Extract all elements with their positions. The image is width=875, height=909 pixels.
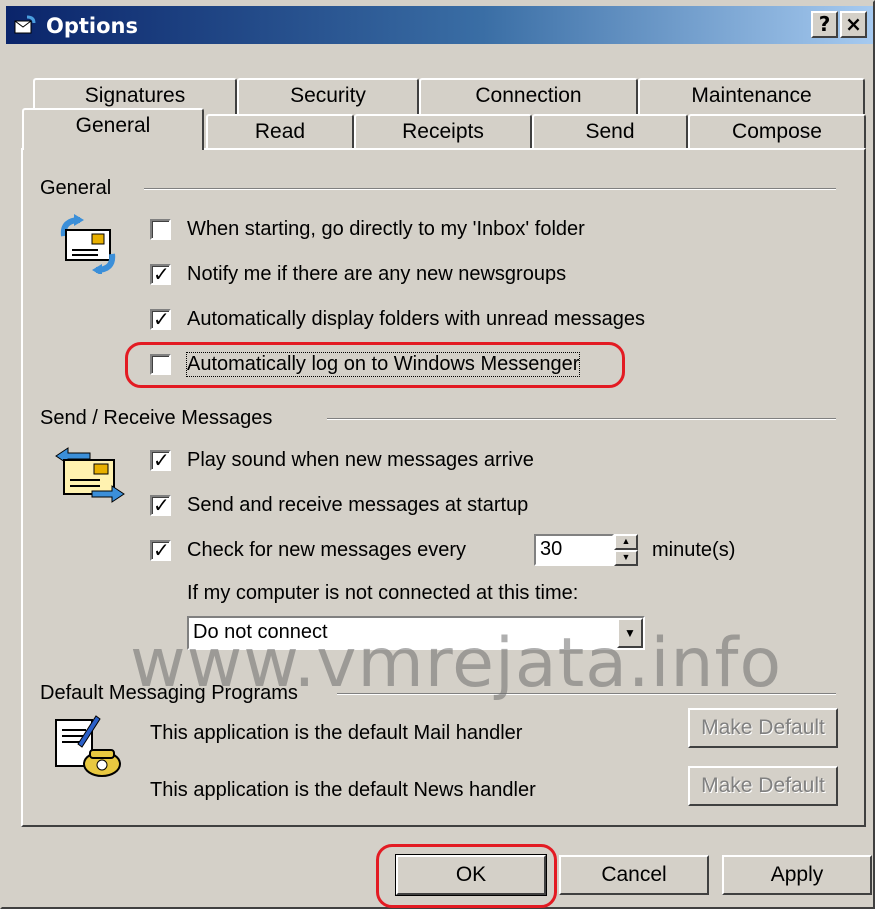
default-programs-icon: [55, 715, 121, 777]
display-unread-folders-checkbox[interactable]: ✓: [150, 307, 171, 331]
check-every-checkbox[interactable]: ✓: [150, 538, 171, 562]
checkmark-icon: ✓: [153, 448, 170, 472]
tab-receipts[interactable]: Receipts: [354, 114, 532, 150]
options-dialog: Options ? × Signatures Security Connecti…: [0, 0, 875, 909]
tab-send[interactable]: Send: [532, 114, 688, 150]
notify-newsgroups-checkbox[interactable]: ✓: [150, 262, 171, 286]
window-title: Options: [46, 14, 138, 38]
apply-button[interactable]: Apply: [722, 855, 872, 895]
highlight-annotation-messenger: [125, 342, 625, 388]
make-default-news-button[interactable]: Make Default: [688, 766, 838, 806]
checkmark-icon: ✓: [153, 493, 170, 517]
highlight-annotation-ok: [376, 844, 557, 908]
mail-handler-text: This application is the default Mail han…: [150, 722, 523, 744]
close-button[interactable]: ×: [840, 11, 867, 38]
checkmark-icon: ✓: [153, 538, 170, 562]
default-programs-separator: [337, 693, 836, 695]
general-group-title: General: [40, 177, 120, 200]
interval-unit-label: minute(s): [652, 539, 736, 561]
display-unread-folders-label[interactable]: Automatically display folders with unrea…: [187, 308, 645, 331]
general-mail-icon: [60, 214, 116, 274]
tab-security[interactable]: Security: [237, 78, 419, 114]
send-at-startup-label[interactable]: Send and receive messages at startup: [187, 494, 528, 517]
tab-general[interactable]: General: [22, 108, 204, 150]
general-separator: [144, 188, 836, 190]
send-receive-icon: [55, 447, 125, 503]
checkmark-icon: ✓: [153, 307, 170, 331]
check-every-label[interactable]: Check for new messages every: [187, 539, 466, 562]
spin-up-icon[interactable]: ▲: [614, 534, 638, 550]
connection-dropdown-value: Do not connect: [193, 621, 328, 643]
send-receive-group-title: Send / Receive Messages: [40, 407, 281, 430]
inbox-on-start-checkbox[interactable]: [150, 219, 171, 240]
check-interval-input[interactable]: 30: [534, 534, 614, 566]
send-receive-separator: [327, 418, 836, 420]
tab-maintenance[interactable]: Maintenance: [638, 78, 865, 114]
chevron-down-icon[interactable]: ▼: [617, 618, 643, 648]
cancel-button[interactable]: Cancel: [559, 855, 709, 895]
play-sound-checkbox[interactable]: ✓: [150, 448, 171, 472]
checkmark-icon: ✓: [153, 262, 170, 286]
make-default-mail-button[interactable]: Make Default: [688, 708, 838, 748]
title-bar[interactable]: Options ? ×: [6, 6, 873, 44]
check-interval-spinner[interactable]: ▲ ▼: [614, 534, 638, 566]
news-handler-text: This application is the default News han…: [150, 779, 536, 801]
default-programs-group-title: Default Messaging Programs: [40, 682, 306, 705]
tab-read[interactable]: Read: [206, 114, 354, 150]
tab-connection[interactable]: Connection: [419, 78, 638, 114]
inbox-on-start-label[interactable]: When starting, go directly to my 'Inbox'…: [187, 218, 585, 241]
notify-newsgroups-label[interactable]: Notify me if there are any new newsgroup…: [187, 263, 566, 286]
send-at-startup-checkbox[interactable]: ✓: [150, 493, 171, 517]
options-app-icon: [14, 15, 36, 34]
help-button[interactable]: ?: [811, 11, 838, 38]
connection-dropdown[interactable]: Do not connect ▼: [187, 616, 645, 650]
not-connected-label: If my computer is not connected at this …: [187, 582, 579, 604]
spin-down-icon[interactable]: ▼: [614, 550, 638, 566]
tab-compose[interactable]: Compose: [688, 114, 866, 150]
play-sound-label[interactable]: Play sound when new messages arrive: [187, 449, 534, 472]
